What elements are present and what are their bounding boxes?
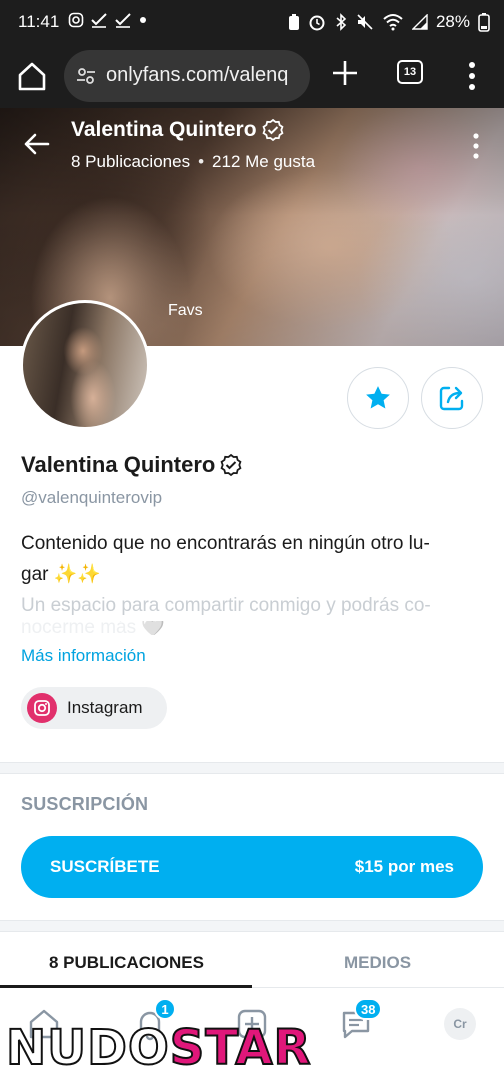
- mute-icon: [357, 14, 373, 30]
- content-tabs: 8 PUBLICACIONES MEDIOS: [0, 933, 504, 988]
- cover-stats: 8 Publicaciones • 212 Me gusta: [71, 152, 315, 172]
- messages-badge: 38: [354, 998, 383, 1020]
- cover-name: Valentina Quintero: [71, 118, 257, 141]
- status-time: 11:41: [18, 12, 60, 31]
- user-avatar[interactable]: Cr: [444, 1008, 476, 1040]
- instagram-label: Instagram: [67, 698, 143, 717]
- bluetooth-icon: [336, 13, 347, 31]
- likes-count: 212 Me gusta: [212, 152, 316, 171]
- avatar[interactable]: [20, 300, 150, 430]
- subscription-heading: SUSCRIPCIÓN: [21, 794, 149, 814]
- back-arrow-icon[interactable]: [22, 130, 50, 158]
- browser-menu-icon[interactable]: [460, 58, 484, 94]
- verified-icon: [220, 453, 242, 477]
- bio-line: Contenido que no encontrarás en ningún o…: [21, 533, 430, 554]
- battery-percent: 28%: [435, 12, 470, 31]
- instagram-icon: [27, 693, 57, 723]
- bio-line: gar ✨✨: [21, 564, 102, 585]
- bio-line: Un espacio para compartir conmigo y podr…: [21, 595, 431, 616]
- display-name-text: Valentina Quintero: [21, 452, 216, 477]
- display-name: Valentina Quintero: [21, 452, 243, 478]
- wifi-icon: [383, 14, 403, 31]
- cover-title: Valentina Quintero: [71, 118, 285, 142]
- signal-icon: [411, 14, 428, 30]
- subscribe-button[interactable]: SUSCRÍBETE $15 por mes: [21, 836, 483, 898]
- tab-switcher-button[interactable]: 13: [397, 60, 423, 84]
- battery-saver-icon: [288, 14, 299, 30]
- more-options-icon[interactable]: [470, 132, 482, 160]
- instagram-icon: [68, 12, 84, 28]
- bio: Contenido que no encontrarás en ningún o…: [21, 528, 483, 635]
- plus-icon: [333, 61, 357, 85]
- watermark-part2: STAR: [169, 1019, 312, 1077]
- check-icon: [91, 13, 107, 28]
- posts-count: 8 Publicaciones: [71, 152, 191, 171]
- section-divider: [0, 920, 504, 932]
- check-icon: [115, 13, 131, 28]
- username: @valenquinterovip: [21, 488, 163, 507]
- stats-separator: •: [198, 152, 205, 171]
- instagram-link[interactable]: Instagram: [21, 687, 167, 729]
- star-icon: [366, 386, 390, 409]
- url-text: onlyfans.com/valenq: [106, 64, 289, 86]
- watermark-logo: NUDOSTAR: [5, 1019, 312, 1077]
- section-divider: [0, 762, 504, 774]
- subscribe-price: $15 por mes: [354, 857, 454, 876]
- share-button[interactable]: [421, 367, 483, 429]
- notifications-badge: 1: [154, 998, 176, 1020]
- favs-label: Favs: [168, 302, 203, 319]
- status-bar: 11:41 28%: [0, 0, 504, 44]
- watermark-part1: NUDO: [5, 1019, 170, 1077]
- url-bar[interactable]: onlyfans.com/valenq: [64, 50, 310, 102]
- tab-posts[interactable]: 8 PUBLICACIONES: [49, 953, 204, 973]
- more-info-link[interactable]: Más información: [21, 646, 146, 666]
- alarm-icon: [309, 15, 325, 31]
- subscribe-label: SUSCRÍBETE: [50, 857, 160, 876]
- tab-media[interactable]: MEDIOS: [344, 953, 411, 973]
- bio-line: nocerme más 🤍: [21, 621, 166, 635]
- share-icon: [439, 386, 464, 411]
- home-icon[interactable]: [14, 58, 50, 94]
- browser-toolbar: onlyfans.com/valenq: [0, 44, 504, 108]
- new-tab-button[interactable]: [330, 58, 360, 92]
- dot-icon: [140, 17, 146, 23]
- favorite-button[interactable]: [347, 367, 409, 429]
- status-right-icons: 28%: [288, 12, 490, 32]
- verified-icon: [262, 118, 284, 142]
- site-settings-icon[interactable]: [76, 66, 96, 86]
- battery-icon: [478, 13, 490, 32]
- status-left-icons: [68, 12, 148, 28]
